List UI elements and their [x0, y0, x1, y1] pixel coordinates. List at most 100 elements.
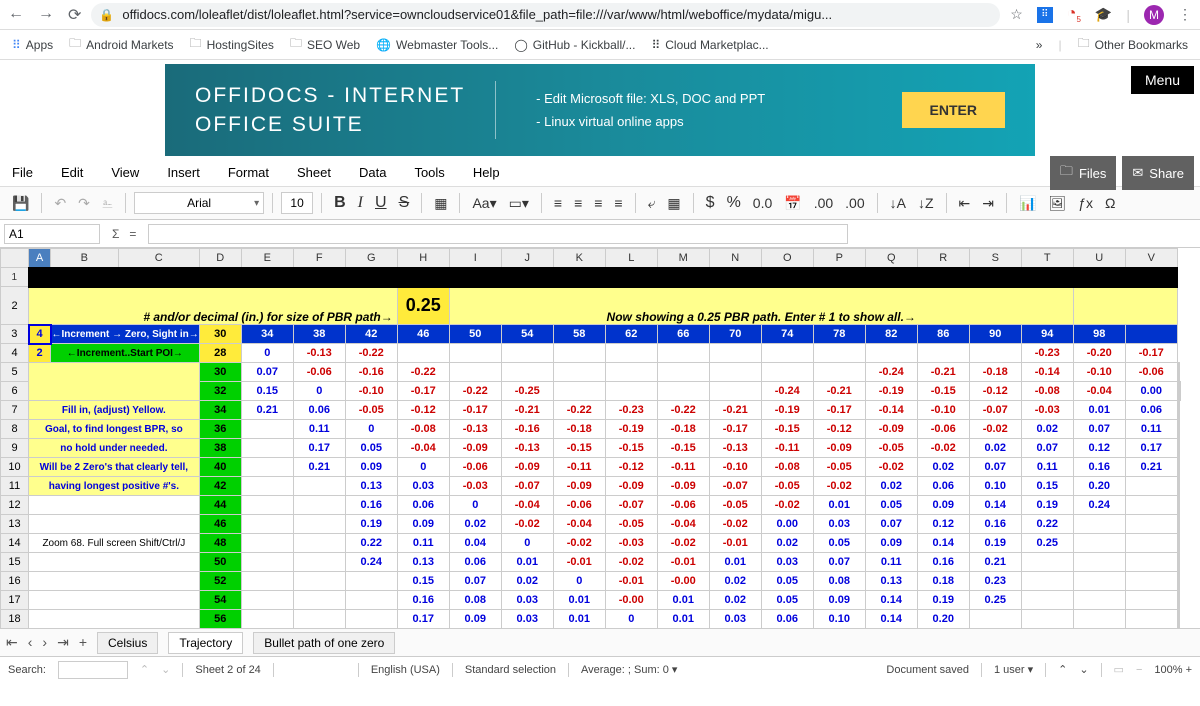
- indent-dec-icon[interactable]: ⇤: [955, 193, 975, 214]
- enter-button[interactable]: ENTER: [902, 92, 1005, 128]
- bookmark-item[interactable]: ◯GitHub - Kickball/...: [514, 38, 635, 52]
- save-icon[interactable]: 💾: [8, 193, 33, 214]
- percent-icon[interactable]: %: [723, 192, 745, 214]
- share-button[interactable]: ✉Share: [1122, 156, 1194, 190]
- sum-icon[interactable]: Σ: [112, 227, 119, 241]
- text-style-icon[interactable]: Aa▾: [468, 193, 500, 214]
- bg-color-icon[interactable]: ▭▾: [505, 193, 533, 214]
- tab-first-icon[interactable]: ⇤: [6, 634, 18, 651]
- sheet-tab-active[interactable]: Trajectory: [168, 632, 243, 654]
- folder-icon: 🗀: [1060, 162, 1073, 184]
- tab-add-icon[interactable]: +: [79, 634, 87, 651]
- status-bar: Search: ⌃ ⌄ Sheet 2 of 24 English (USA) …: [0, 656, 1200, 682]
- bookmark-folder[interactable]: 🗀HostingSites: [190, 34, 274, 55]
- save-status: Document saved: [886, 664, 969, 676]
- font-size-select[interactable]: 10: [281, 192, 313, 214]
- apps-shortcut[interactable]: ⠿Apps: [12, 38, 53, 52]
- sheet-tab[interactable]: Bullet path of one zero: [253, 632, 395, 654]
- merge-icon[interactable]: ▦: [663, 193, 684, 214]
- menu-data[interactable]: Data: [359, 165, 386, 180]
- search-input[interactable]: [58, 661, 128, 679]
- menu-sheet[interactable]: Sheet: [297, 165, 331, 180]
- forward-icon[interactable]: →: [38, 5, 54, 25]
- bookmark-folder[interactable]: 🗀SEO Web: [290, 34, 360, 55]
- italic-icon[interactable]: I: [354, 192, 367, 214]
- dec-decimal-icon[interactable]: .00: [841, 193, 868, 213]
- zoom-out-icon[interactable]: −: [1136, 664, 1142, 676]
- sheet-tab[interactable]: Celsius: [97, 632, 158, 654]
- other-bookmarks[interactable]: 🗀Other Bookmarks: [1078, 34, 1188, 55]
- url-text: offidocs.com/loleaflet/dist/loleaflet.ht…: [122, 7, 832, 22]
- mail-icon: ✉: [1132, 165, 1143, 181]
- address-bar[interactable]: 🔒 offidocs.com/loleaflet/dist/loleaflet.…: [91, 3, 1000, 27]
- tab-next-icon[interactable]: ›: [42, 634, 47, 651]
- sheet-tabs: ⇤ ‹ › ⇥ + Celsius Trajectory Bullet path…: [0, 628, 1200, 656]
- inc-decimal-icon[interactable]: .00: [810, 193, 837, 213]
- graduation-icon[interactable]: 🎓: [1095, 6, 1112, 23]
- align-left-icon[interactable]: ≡: [550, 193, 566, 213]
- sort-asc-icon[interactable]: ↓A: [886, 193, 910, 213]
- spreadsheet-grid[interactable]: A BCD EFG HIJ KLM NOP QRS TUV 1 2# and/o…: [0, 248, 1200, 628]
- search-up-icon[interactable]: ⌃: [140, 663, 149, 676]
- currency-icon[interactable]: $: [702, 192, 719, 214]
- menu-tools[interactable]: Tools: [414, 165, 444, 180]
- zoom-up-icon[interactable]: ⌃: [1058, 663, 1067, 676]
- font-select[interactable]: Arial: [134, 192, 264, 214]
- zoom-level[interactable]: 100% +: [1154, 664, 1192, 676]
- strike-icon[interactable]: S: [395, 192, 414, 214]
- number-icon[interactable]: 0.0: [749, 193, 776, 213]
- reload-icon[interactable]: ⟳: [68, 5, 81, 25]
- banner-text: - Edit Microsoft file: XLS, DOC and PPT …: [536, 87, 861, 134]
- star-icon[interactable]: ☆: [1010, 6, 1023, 23]
- menu-format[interactable]: Format: [228, 165, 269, 180]
- aggregate-status[interactable]: Average: ; Sum: 0 ▾: [581, 663, 677, 676]
- date-icon[interactable]: 📅: [780, 193, 805, 214]
- menu-insert[interactable]: Insert: [167, 165, 200, 180]
- paint-format-icon[interactable]: ⎁: [98, 193, 117, 214]
- menu-help[interactable]: Help: [473, 165, 500, 180]
- formula-input[interactable]: [148, 224, 848, 244]
- bookmarks-overflow-icon[interactable]: »: [1036, 38, 1043, 52]
- files-button[interactable]: 🗀Files: [1050, 156, 1116, 190]
- equals-icon[interactable]: =: [129, 227, 136, 241]
- column-headers[interactable]: A BCD EFG HIJ KLM NOP QRS TUV: [1, 249, 1181, 268]
- omega-icon[interactable]: Ω: [1101, 193, 1119, 213]
- bold-icon[interactable]: B: [330, 192, 350, 214]
- font-color-icon[interactable]: ▦: [430, 193, 451, 214]
- redo-icon[interactable]: ↷: [74, 193, 94, 214]
- chart-icon[interactable]: 📊: [1015, 193, 1040, 214]
- indent-inc-icon[interactable]: ⇥: [978, 193, 998, 214]
- wrap-icon[interactable]: ⤶: [644, 193, 660, 214]
- menu-view[interactable]: View: [111, 165, 139, 180]
- image-icon[interactable]: 🖼: [1044, 193, 1070, 214]
- undo-icon[interactable]: ↶: [50, 193, 70, 214]
- kebab-menu-icon[interactable]: ⋮: [1178, 6, 1192, 23]
- selection-mode[interactable]: Standard selection: [465, 664, 556, 676]
- align-center-icon[interactable]: ≡: [570, 193, 586, 213]
- extension-icon[interactable]: ⠿: [1037, 7, 1053, 23]
- search-down-icon[interactable]: ⌄: [161, 663, 170, 676]
- sort-desc-icon[interactable]: ↓Z: [914, 193, 938, 213]
- menu-file[interactable]: File: [12, 165, 33, 180]
- ad-banner-wrap: OFFIDOCS - INTERNET OFFICE SUITE - Edit …: [0, 60, 1200, 158]
- language-status[interactable]: English (USA): [371, 664, 440, 676]
- tab-prev-icon[interactable]: ‹: [28, 634, 33, 651]
- bookmark-folder[interactable]: 🗀Android Markets: [69, 34, 173, 55]
- cell-reference[interactable]: A1: [4, 224, 100, 244]
- menu-button[interactable]: Menu: [1131, 66, 1194, 94]
- zoom-fit-icon[interactable]: ▭: [1114, 663, 1124, 676]
- align-justify-icon[interactable]: ≡: [610, 193, 626, 213]
- profile-avatar[interactable]: M: [1144, 5, 1164, 25]
- bookmark-item[interactable]: ⠿Cloud Marketplac...: [651, 38, 768, 52]
- banner-title: OFFIDOCS - INTERNET OFFICE SUITE: [195, 81, 496, 140]
- menu-edit[interactable]: Edit: [61, 165, 83, 180]
- function-icon[interactable]: ƒx: [1074, 193, 1097, 213]
- bookmark-item[interactable]: 🌐Webmaster Tools...: [376, 38, 498, 52]
- tab-last-icon[interactable]: ⇥: [57, 634, 69, 651]
- user-count[interactable]: 1 user ▾: [994, 663, 1033, 676]
- extension-badge-icon[interactable]: ◔5: [1067, 5, 1081, 24]
- align-right-icon[interactable]: ≡: [590, 193, 606, 213]
- zoom-down-icon[interactable]: ⌄: [1079, 663, 1088, 676]
- underline-icon[interactable]: U: [371, 192, 391, 214]
- back-icon[interactable]: ←: [8, 5, 24, 25]
